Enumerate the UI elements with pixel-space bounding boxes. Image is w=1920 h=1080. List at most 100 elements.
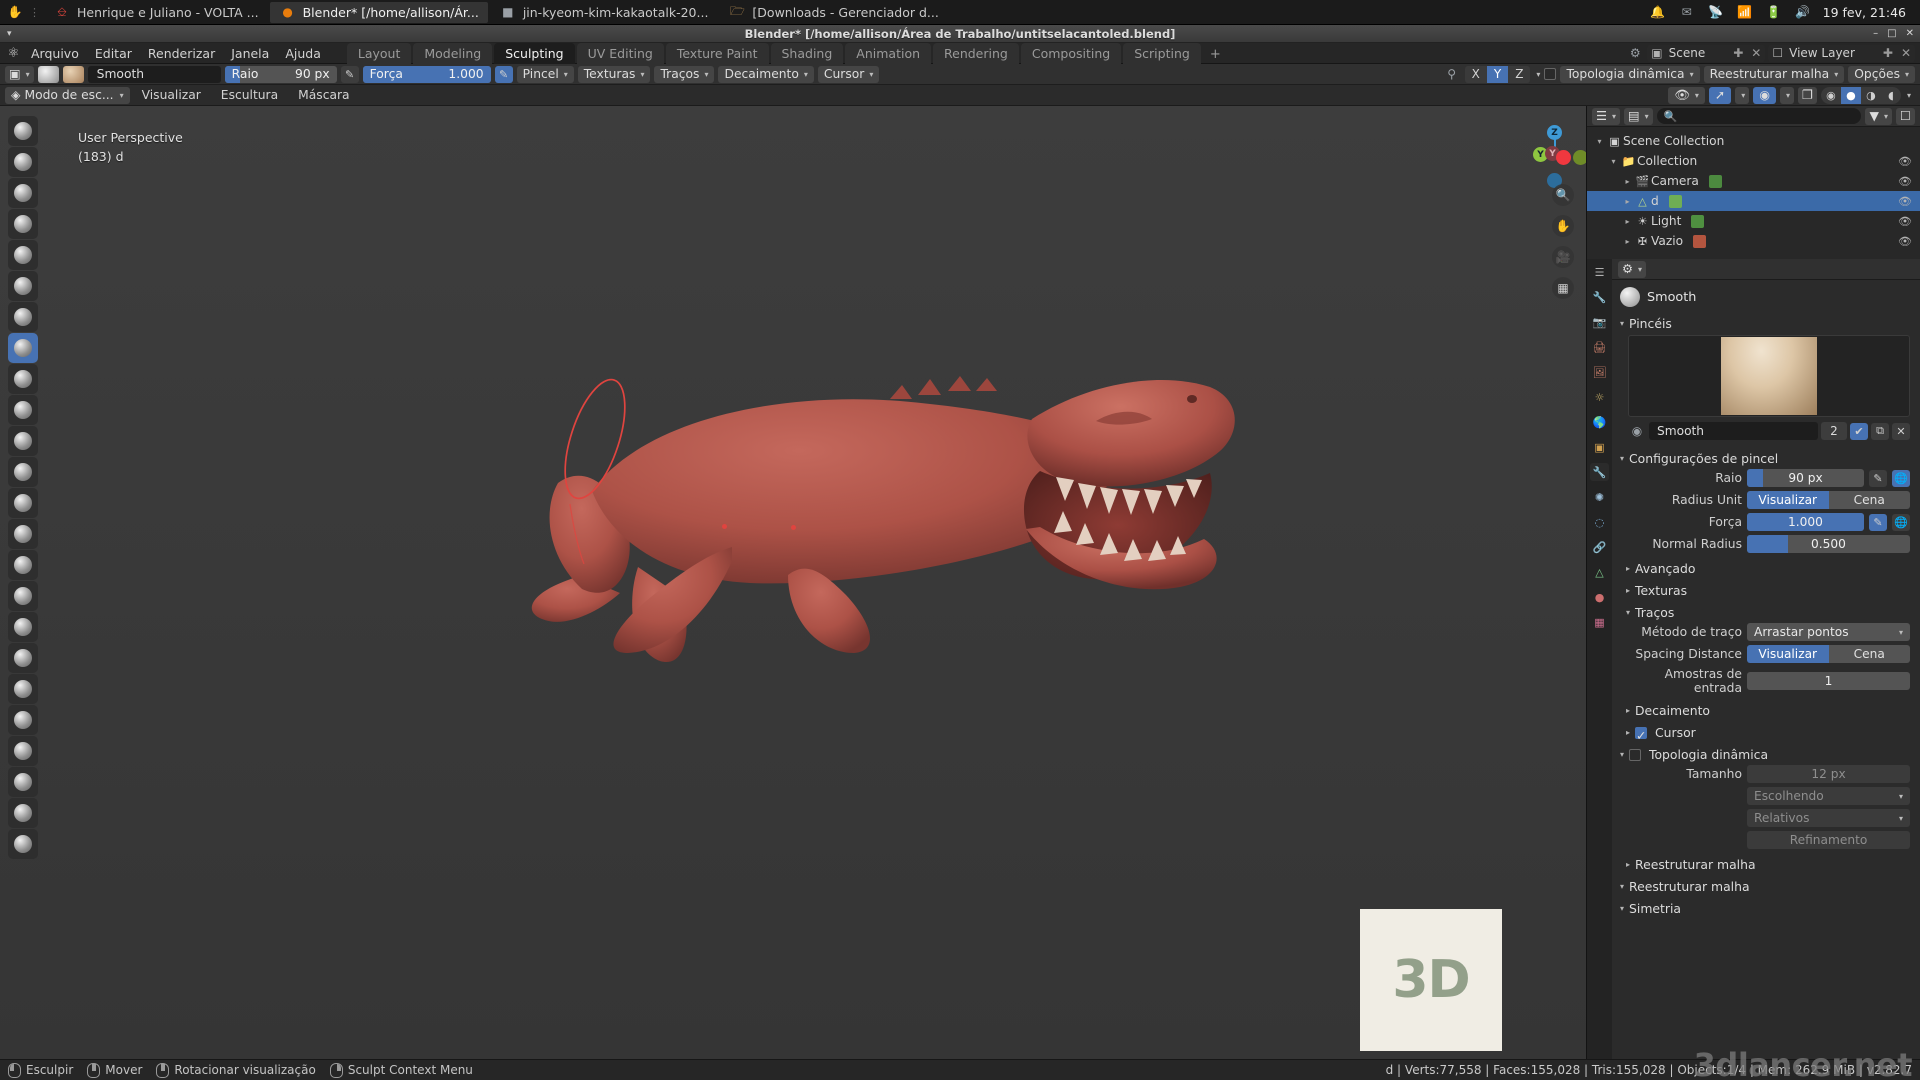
unlink-brush-button[interactable]: ✕ <box>1892 422 1910 440</box>
object-data-badge[interactable] <box>1693 234 1707 248</box>
gizmo-axis-z[interactable]: Z <box>1547 125 1562 140</box>
symmetry-dropdown-icon[interactable]: ▾ <box>1536 70 1540 79</box>
outliner-filter-button[interactable]: ▼ ▾ <box>1865 107 1892 125</box>
spacing-visualizar[interactable]: Visualizar <box>1747 645 1829 663</box>
outliner-row-scene-collection[interactable]: ▾ ▣ Scene Collection <box>1587 131 1920 151</box>
outliner-search-input[interactable]: 🔍 <box>1656 108 1862 124</box>
ptab-render[interactable]: 📷 <box>1590 313 1609 331</box>
tab-scripting[interactable]: Scripting <box>1123 42 1201 64</box>
prop-value-normal-radius[interactable]: 0.500 <box>1747 535 1910 553</box>
duplicate-brush-button[interactable]: ⧉ <box>1871 422 1889 440</box>
expand-arrow-icon[interactable]: ▾ <box>1593 137 1606 146</box>
taskbar-item-blender[interactable]: ● Blender* [/home/allison/Ár... <box>269 1 488 23</box>
prop-value-forca[interactable]: 1.000 <box>1747 513 1864 531</box>
dyntopo-section-checkbox[interactable] <box>1629 748 1642 761</box>
strength-pressure-toggle[interactable]: ✎ <box>494 65 513 83</box>
visibility-eye-icon[interactable]: 👁 <box>1898 155 1912 168</box>
brush-datablock-name[interactable]: Smooth <box>1649 422 1818 440</box>
outliner-row-light[interactable]: ▸ ☀ Light 👁 <box>1587 211 1920 231</box>
symmetry-axis-group[interactable]: X Y Z <box>1464 65 1531 83</box>
tool-draw[interactable] <box>8 116 38 146</box>
prop-value-metodo-traco[interactable]: Arrastar pontos ▾ <box>1747 623 1910 641</box>
expand-arrow-icon[interactable]: ▸ <box>1621 217 1634 226</box>
menu-visualizar[interactable]: Visualizar <box>134 86 209 104</box>
taskbar-item-image-viewer[interactable]: ■ jin-kyeom-kim-kakaotalk-20... <box>490 2 718 23</box>
remesh-menu[interactable]: Reestruturar malha ▾ <box>1703 65 1845 83</box>
wifi-icon[interactable]: 📶 <box>1736 3 1754 21</box>
mode-selector[interactable]: ◈ Modo de esc... ▾ <box>5 86 130 104</box>
tab-shading[interactable]: Shading <box>770 42 844 64</box>
brush-name-field[interactable]: Smooth <box>87 65 221 83</box>
new-view-layer-icon[interactable]: ✚ <box>1879 46 1897 60</box>
active-brush-row[interactable]: Smooth <box>1612 280 1920 312</box>
taskbar-handle[interactable]: ⋮ <box>26 6 42 19</box>
tool-slide-relax[interactable] <box>8 705 38 735</box>
tool-clay-strips[interactable] <box>8 209 38 239</box>
visibility-eye-icon[interactable]: 👁 <box>1898 175 1912 188</box>
tool-nudge[interactable] <box>8 643 38 673</box>
navigation-gizmo[interactable]: Z Y Y <box>1533 120 1586 188</box>
section-brush-settings[interactable]: ▾ Configurações de pincel <box>1612 447 1920 469</box>
ptab-data[interactable]: △ <box>1590 563 1609 581</box>
ptab-editor-type[interactable]: ☰ <box>1590 263 1609 281</box>
tab-compositing[interactable]: Compositing <box>1020 42 1122 64</box>
spacing-cena[interactable]: Cena <box>1828 645 1910 663</box>
forca-unit-toggle[interactable]: 🌐 <box>1892 513 1910 531</box>
radius-unit-visualizar[interactable]: Visualizar <box>1747 491 1829 509</box>
outliner-editor-type[interactable]: ☰ ▾ <box>1592 107 1621 125</box>
cursor-checkbox[interactable]: ✓ <box>1635 726 1648 743</box>
menu-decaimento[interactable]: Decaimento ▾ <box>718 65 814 83</box>
tool-thumb[interactable] <box>8 581 38 611</box>
tool-rotate[interactable] <box>8 674 38 704</box>
tool-grab[interactable] <box>8 488 38 518</box>
menu-janela[interactable]: Janela <box>223 44 277 63</box>
3d-viewport[interactable]: User Perspective (183) d Z Y Y 🔍 ✋ 🎥 ▦ 3… <box>0 106 1586 1059</box>
menu-editar[interactable]: Editar <box>87 44 140 63</box>
xray-toggle[interactable]: ❐ <box>1797 86 1817 104</box>
tool-draw-sharp[interactable] <box>8 147 38 177</box>
close-icon[interactable]: ✕ <box>1906 28 1914 39</box>
tool-scrape[interactable] <box>8 426 38 456</box>
ptab-particles[interactable]: ✺ <box>1590 488 1609 506</box>
tab-rendering[interactable]: Rendering <box>933 42 1019 64</box>
shading-mode-group[interactable]: ◉ ● ◑ ◖ <box>1820 86 1901 104</box>
brush-preview-box[interactable] <box>1628 335 1910 417</box>
tool-pinch[interactable] <box>8 457 38 487</box>
overlays-toggle[interactable]: ◉ <box>1753 86 1776 104</box>
raio-pressure-toggle[interactable]: ✎ <box>1869 469 1887 487</box>
ptab-physics[interactable]: ◌ <box>1590 513 1609 531</box>
ptab-constraints[interactable]: 🔗 <box>1590 538 1609 556</box>
ptab-texture[interactable]: ▦ <box>1590 613 1609 631</box>
shading-material[interactable]: ◑ <box>1861 87 1881 104</box>
section-texturas[interactable]: ▸ Texturas <box>1612 579 1920 601</box>
brush-thumbnail[interactable] <box>62 65 84 83</box>
bell-icon[interactable]: 🔔 <box>1649 3 1667 21</box>
tool-box-mask[interactable] <box>8 798 38 828</box>
options-menu[interactable]: Opções ▾ <box>1848 65 1915 83</box>
object-data-badge[interactable] <box>1691 214 1705 228</box>
raio-unit-toggle[interactable]: 🌐 <box>1892 469 1910 487</box>
expand-arrow-icon[interactable]: ▸ <box>1621 177 1634 186</box>
section-cursor[interactable]: ▸ ✓ Cursor <box>1612 721 1920 743</box>
clock[interactable]: 19 fev, 21:46 <box>1823 5 1906 20</box>
brush-users-count[interactable]: 2 <box>1821 422 1847 440</box>
expand-arrow-icon[interactable]: ▸ <box>1621 197 1634 206</box>
ptab-world[interactable]: 🌎 <box>1590 413 1609 431</box>
tab-texture-paint[interactable]: Texture Paint <box>665 42 769 64</box>
tool-blob[interactable] <box>8 302 38 332</box>
ptab-output[interactable]: 🖨 <box>1590 338 1609 356</box>
menu-ajuda[interactable]: Ajuda <box>277 44 329 63</box>
ptab-tool[interactable]: 🔧 <box>1590 288 1609 306</box>
tool-smooth[interactable] <box>8 333 38 363</box>
menu-mascara[interactable]: Máscara <box>290 86 357 104</box>
radius-pressure-toggle[interactable]: ✎ <box>340 65 359 83</box>
radius-unit-toggle-group[interactable]: Visualizar Cena <box>1747 491 1910 509</box>
overlays-dropdown[interactable]: ▾ <box>1779 86 1794 104</box>
menu-pincel[interactable]: Pincel ▾ <box>516 65 574 83</box>
pan-hand-icon[interactable]: ✋ <box>1552 215 1574 237</box>
maximize-icon[interactable]: □ <box>1887 28 1896 39</box>
battery-icon[interactable]: 🔋 <box>1765 3 1783 21</box>
visibility-eye-icon[interactable]: 👁 <box>1898 195 1912 208</box>
section-tracos[interactable]: ▾ Traços <box>1612 601 1920 623</box>
add-workspace-button[interactable]: + <box>1203 45 1228 64</box>
